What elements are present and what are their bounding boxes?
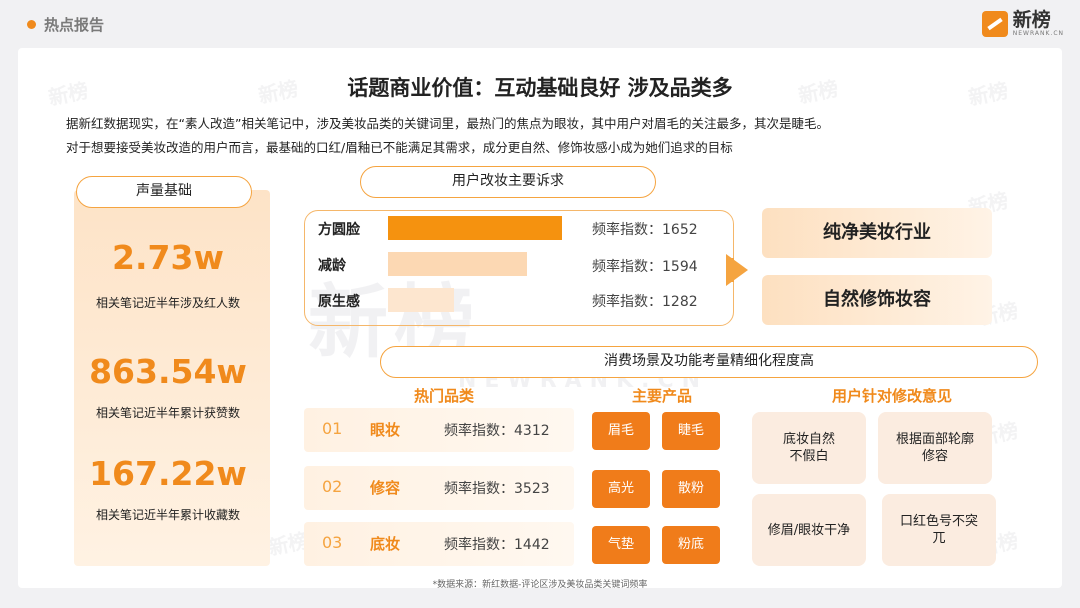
product-tag: 气垫 (592, 526, 650, 564)
product-tag: 粉底 (662, 526, 720, 564)
category-num: 01 (322, 419, 343, 438)
category-row: 02 修容 频率指数：3523 (304, 466, 574, 510)
metric-value: 2.73w (112, 238, 224, 277)
product-tag: 眉毛 (592, 412, 650, 450)
product-tag: 睫毛 (662, 412, 720, 450)
metric-value: 863.54w (89, 352, 247, 391)
section-dot-icon (27, 20, 36, 29)
product-tag: 散粉 (662, 470, 720, 508)
category-row: 03 底妆 频率指数：1442 (304, 522, 574, 566)
request-name: 方圆脸 (318, 222, 360, 238)
page-title: 话题商业价值：互动基础良好 涉及品类多 (347, 76, 733, 100)
products-title: 主要产品 (632, 387, 693, 405)
request-bar (388, 288, 454, 312)
scenarios-title: 消费场景及功能考量精细化程度高 (380, 346, 1038, 378)
section-title: 热点报告 (44, 16, 105, 34)
brand-name: 新榜 (1012, 9, 1051, 31)
category-freq: 频率指数：4312 (444, 423, 550, 439)
request-name: 原生感 (318, 294, 360, 310)
opinion-card: 口红色号不突 兀 (882, 494, 996, 566)
result-box: 纯净美妆行业 (762, 208, 992, 258)
description-line-1: 据新红数据现实，在“素人改造”相关笔记中，涉及美妆品类的关键词里，最热门的焦点为… (66, 116, 829, 131)
opinions-title: 用户针对修改意见 (832, 387, 953, 405)
requests-title: 用户改妆主要诉求 (360, 166, 656, 198)
description-line-2: 对于想要接受美妆改造的用户而言，最基础的口红/眉釉已不能满足其需求，成分更自然、… (66, 140, 733, 155)
footnote: *数据来源：新红数据-评论区涉及美妆品类关键词频率 (432, 580, 648, 590)
category-name: 修容 (370, 479, 401, 497)
request-freq: 频率指数：1652 (592, 222, 698, 238)
category-name: 底妆 (370, 535, 401, 553)
category-num: 03 (322, 533, 343, 552)
request-freq: 频率指数：1282 (592, 294, 698, 310)
request-name: 减龄 (318, 258, 346, 274)
arrow-right-icon (726, 254, 748, 286)
opinion-card: 底妆自然 不假白 (752, 412, 866, 484)
metric-label: 相关笔记近半年涉及红人数 (95, 296, 240, 310)
request-freq: 频率指数：1594 (592, 259, 698, 275)
brand-mark-icon (981, 10, 1008, 37)
categories-title: 热门品类 (414, 387, 475, 405)
brand-sub: NEWRANK.CN (1012, 30, 1064, 37)
metric-label: 相关笔记近半年累计收藏数 (95, 508, 240, 522)
brand-logo: 新榜 NEWRANK.CN (981, 9, 1064, 37)
opinion-card: 修眉/眼妆干净 (752, 494, 866, 566)
result-box: 自然修饰妆容 (762, 275, 992, 325)
metric-value: 167.22w (89, 454, 247, 493)
category-freq: 频率指数：3523 (444, 481, 550, 497)
category-row: 01 眼妆 频率指数：4312 (304, 408, 574, 452)
top-bar: 热点报告 新榜 NEWRANK.CN (0, 0, 1080, 48)
request-bar (388, 216, 562, 240)
opinion-card: 根据面部轮廓 修容 (878, 412, 992, 484)
category-name: 眼妆 (370, 421, 401, 439)
volume-title: 声量基础 (76, 176, 252, 208)
category-num: 02 (322, 477, 343, 496)
request-bar (388, 252, 527, 276)
category-freq: 频率指数：1442 (444, 537, 550, 553)
product-tag: 高光 (592, 470, 650, 508)
metric-label: 相关笔记近半年累计获赞数 (95, 406, 240, 420)
